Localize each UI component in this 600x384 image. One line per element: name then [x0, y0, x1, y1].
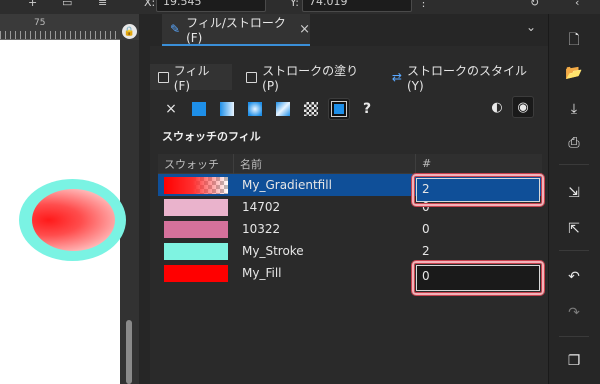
- import-icon[interactable]: ⇲: [563, 182, 585, 204]
- no-paint-button[interactable]: ×: [160, 98, 182, 120]
- new-document-icon[interactable]: 🗋: [563, 30, 585, 52]
- fill-rule-nonzero-icon[interactable]: ◉: [512, 96, 534, 118]
- redo-icon[interactable]: ↷: [563, 302, 585, 324]
- tab-fill-stroke[interactable]: ✎ フィル/ストローク(F) ×: [162, 14, 310, 46]
- rotate-icon[interactable]: ↻: [530, 0, 539, 9]
- ellipse-fill[interactable]: [32, 189, 115, 251]
- flat-color-icon: [192, 102, 206, 116]
- subtab-fill[interactable]: フィル(F): [150, 63, 233, 93]
- fill-rule-evenodd-icon[interactable]: ◐: [486, 96, 508, 118]
- stepper-icon[interactable]: ⋮: [418, 0, 429, 9]
- subtab-fill-label: フィル(F): [173, 63, 210, 93]
- linear-gradient-button[interactable]: [216, 98, 238, 120]
- panel-edge: [139, 14, 150, 384]
- pattern-button[interactable]: [300, 98, 322, 120]
- print-icon[interactable]: ⎙: [563, 132, 585, 154]
- panel-tab-row: ✎ フィル/ストローク(F) × ⌄: [150, 14, 548, 46]
- stroke-paint-checkbox-icon: [246, 71, 258, 83]
- column-name[interactable]: 名前: [234, 153, 416, 174]
- paint-brush-icon: ✎: [170, 22, 181, 36]
- subtab-stroke-style-label: ストロークのスタイル(Y): [406, 63, 527, 93]
- column-count[interactable]: #: [416, 154, 542, 174]
- table-row[interactable]: 10322 0: [158, 218, 542, 240]
- fill-checkbox-icon: [158, 71, 169, 83]
- menu-icon[interactable]: ≡: [98, 0, 107, 9]
- subtab-stroke-paint-label: ストロークの塗り(P): [262, 63, 359, 93]
- tool-controls-bar: + ▭ ≡ X: 19.545 Y: 74.019 ⋮ ↻ ‹: [0, 0, 600, 14]
- ruler-mark: 75: [34, 18, 46, 28]
- swatch-icon: [331, 101, 347, 117]
- save-icon[interactable]: ⤓: [563, 98, 585, 120]
- column-swatch[interactable]: スウォッチ: [158, 153, 234, 174]
- open-icon[interactable]: 📂: [563, 62, 585, 84]
- stroke-style-icon: ⇄: [391, 70, 402, 84]
- pattern-icon: [304, 102, 318, 116]
- count-field-gradientfill[interactable]: 2: [416, 178, 540, 202]
- radial-gradient-icon: [248, 102, 262, 116]
- x-coordinate-field[interactable]: 19.545: [156, 0, 266, 12]
- mesh-gradient-icon: [276, 102, 290, 116]
- add-icon[interactable]: +: [28, 0, 37, 9]
- count-field-fill[interactable]: 0: [416, 265, 540, 291]
- y-coordinate-field[interactable]: 74.019: [302, 0, 412, 12]
- ruler-lock-icon[interactable]: 🔒: [122, 24, 137, 39]
- table-row[interactable]: My_Stroke 2: [158, 240, 542, 262]
- swatch-preview: [164, 220, 228, 238]
- collapse-left-icon[interactable]: ‹: [575, 0, 579, 9]
- separator: [559, 250, 589, 251]
- horizontal-ruler: 75: [0, 14, 120, 40]
- ruler-ticks: [0, 31, 120, 39]
- table-header: スウォッチ 名前 #: [158, 153, 542, 174]
- subtab-stroke-paint[interactable]: ストロークの塗り(P): [238, 63, 380, 93]
- swatch-count: 0: [422, 222, 430, 236]
- fill-rule-group: ◐ ◉: [486, 96, 534, 118]
- select-icon[interactable]: ▭: [62, 0, 72, 9]
- swatch-count: 2: [422, 244, 430, 258]
- swatch-preview: [164, 264, 228, 282]
- separator: [559, 336, 589, 337]
- fill-stroke-panel: ✎ フィル/ストローク(F) × ⌄ フィル(F) ストロークの塗り(P) ⇄ …: [150, 14, 548, 384]
- flat-color-button[interactable]: [188, 98, 210, 120]
- swatch-preview: [164, 242, 228, 260]
- commands-bar: 🗋 📂 ⤓ ⎙ ⇲ ⇱ ↶ ↷ ❐: [548, 14, 600, 384]
- copy-icon[interactable]: ❐: [563, 350, 585, 372]
- swatch-name: My_Fill: [242, 266, 282, 280]
- x-label: X:: [144, 0, 156, 9]
- swatch-preview: [164, 198, 228, 216]
- section-title: スウォッチのフィル: [162, 130, 261, 143]
- paint-type-toolbar: × ? ◐ ◉: [160, 96, 540, 122]
- swatch-name: 14702: [242, 200, 281, 214]
- unset-paint-button[interactable]: ?: [356, 98, 378, 120]
- swatch-button[interactable]: [328, 98, 350, 120]
- vertical-scrollbar[interactable]: [126, 320, 132, 384]
- close-icon[interactable]: ×: [299, 22, 310, 37]
- swatch-name: 10322: [242, 222, 281, 236]
- linear-gradient-icon: [220, 102, 234, 116]
- app-window: + ▭ ≡ X: 19.545 Y: 74.019 ⋮ ↻ ‹ 75 🔒 ✎ フ…: [0, 0, 600, 384]
- subtab-stroke-style[interactable]: ⇄ ストロークのスタイル(Y): [384, 63, 548, 93]
- export-icon[interactable]: ⇱: [563, 218, 585, 240]
- swatch-name: My_Gradientfill: [242, 178, 332, 192]
- swatch-name: My_Stroke: [242, 244, 304, 258]
- swatch-preview: [164, 176, 228, 194]
- undo-icon[interactable]: ↶: [563, 266, 585, 288]
- radial-gradient-button[interactable]: [244, 98, 266, 120]
- chevron-down-icon[interactable]: ⌄: [520, 20, 542, 40]
- mesh-gradient-button[interactable]: [272, 98, 294, 120]
- separator: [559, 164, 589, 165]
- tab-label: フィル/ストローク(F): [186, 15, 286, 45]
- fill-stroke-subtabs: フィル(F) ストロークの塗り(P) ⇄ ストロークのスタイル(Y): [150, 63, 548, 93]
- y-label: Y:: [290, 0, 299, 9]
